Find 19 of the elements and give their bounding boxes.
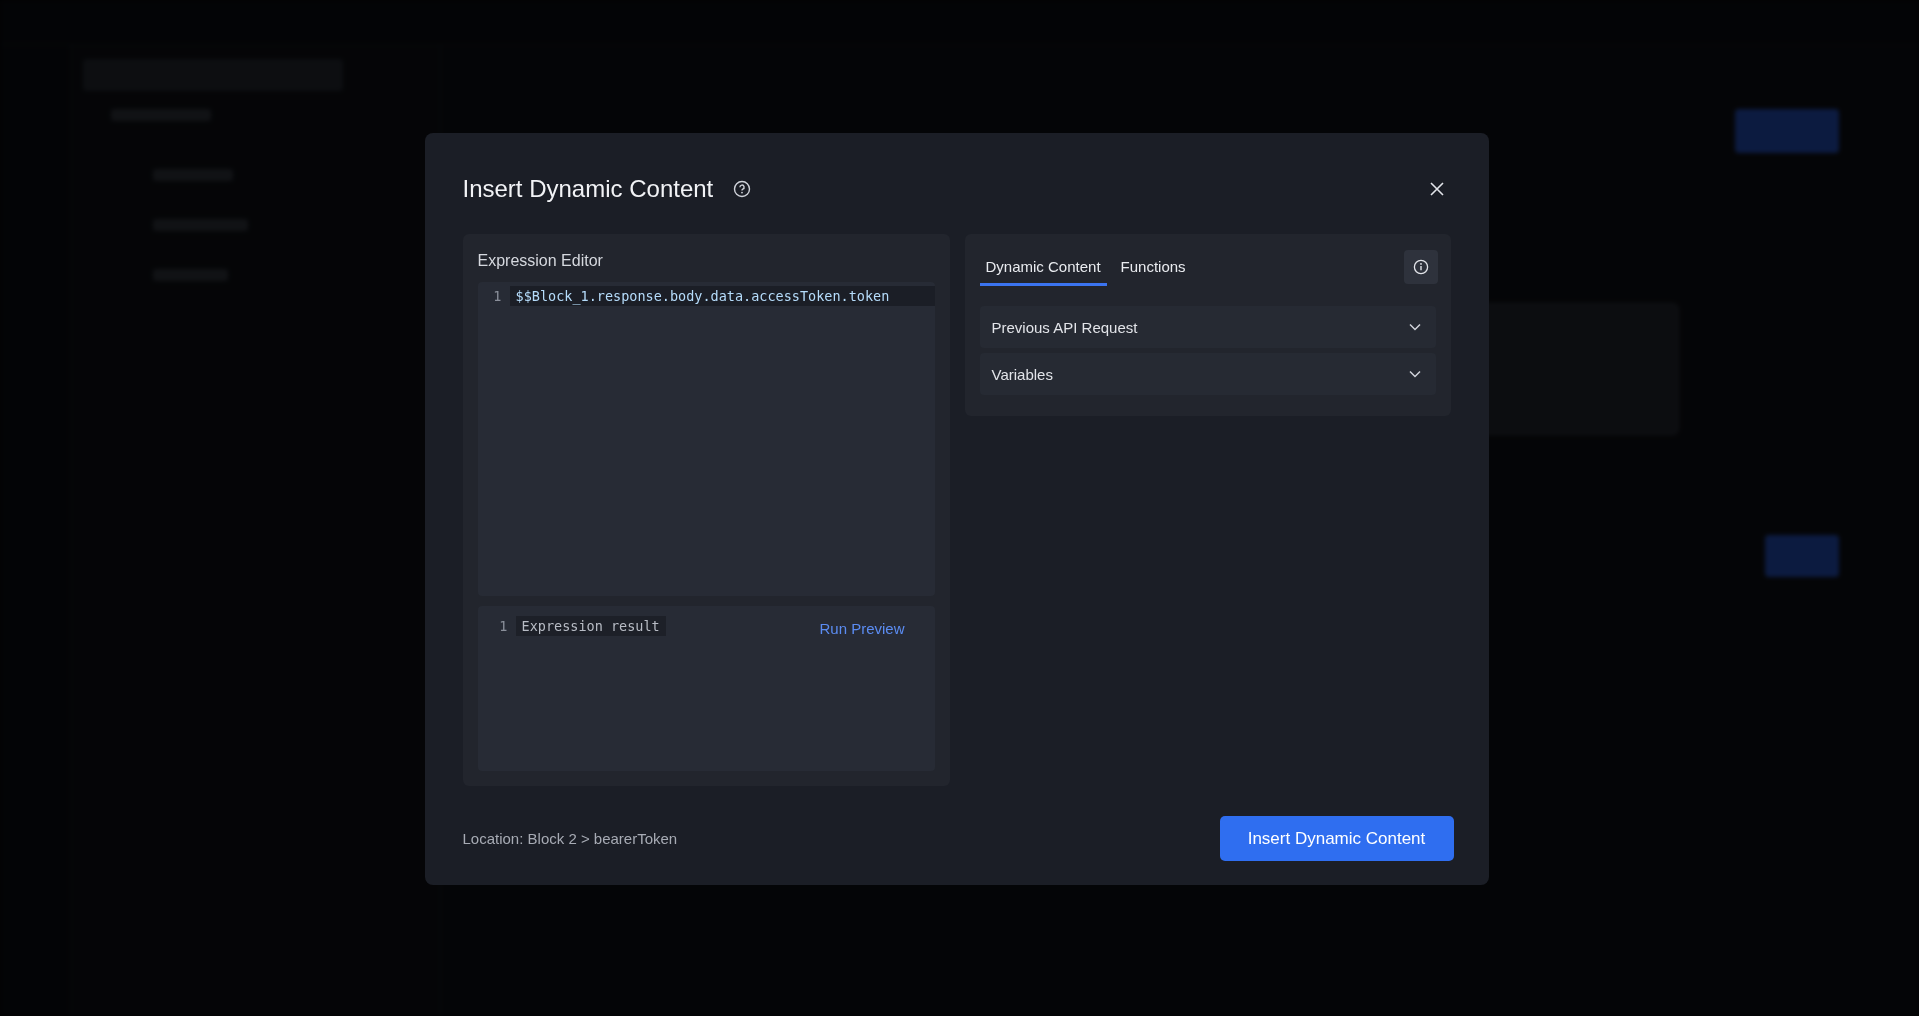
line-number: 1 <box>498 618 508 634</box>
info-icon <box>1412 259 1429 275</box>
location-text: Location: Block 2 > bearerToken <box>462 830 678 847</box>
editor-label: Expression Editor <box>477 252 604 270</box>
help-icon[interactable] <box>733 180 752 198</box>
run-preview-link[interactable]: Run Preview <box>819 618 905 639</box>
result-text: Expression result <box>515 616 666 636</box>
line-number: 1 <box>492 288 502 304</box>
accordion-title: Previous API Request <box>991 318 1138 336</box>
dialog-title: Insert Dynamic Content <box>462 175 714 203</box>
accordion-item[interactable]: Previous API Request <box>979 306 1436 348</box>
accordion-item[interactable]: Variables <box>979 353 1436 395</box>
tab[interactable]: Dynamic Content <box>979 248 1107 286</box>
insert-button[interactable]: Insert Dynamic Content <box>1219 816 1454 861</box>
info-button[interactable] <box>1403 250 1438 284</box>
expression-editor[interactable]: 1 $$Block_1.response.body.data.accessToken.token <box>477 282 935 596</box>
accordion-title: Variables <box>991 365 1053 383</box>
close-icon[interactable] <box>1428 181 1445 197</box>
tab[interactable]: Functions <box>1114 248 1192 286</box>
